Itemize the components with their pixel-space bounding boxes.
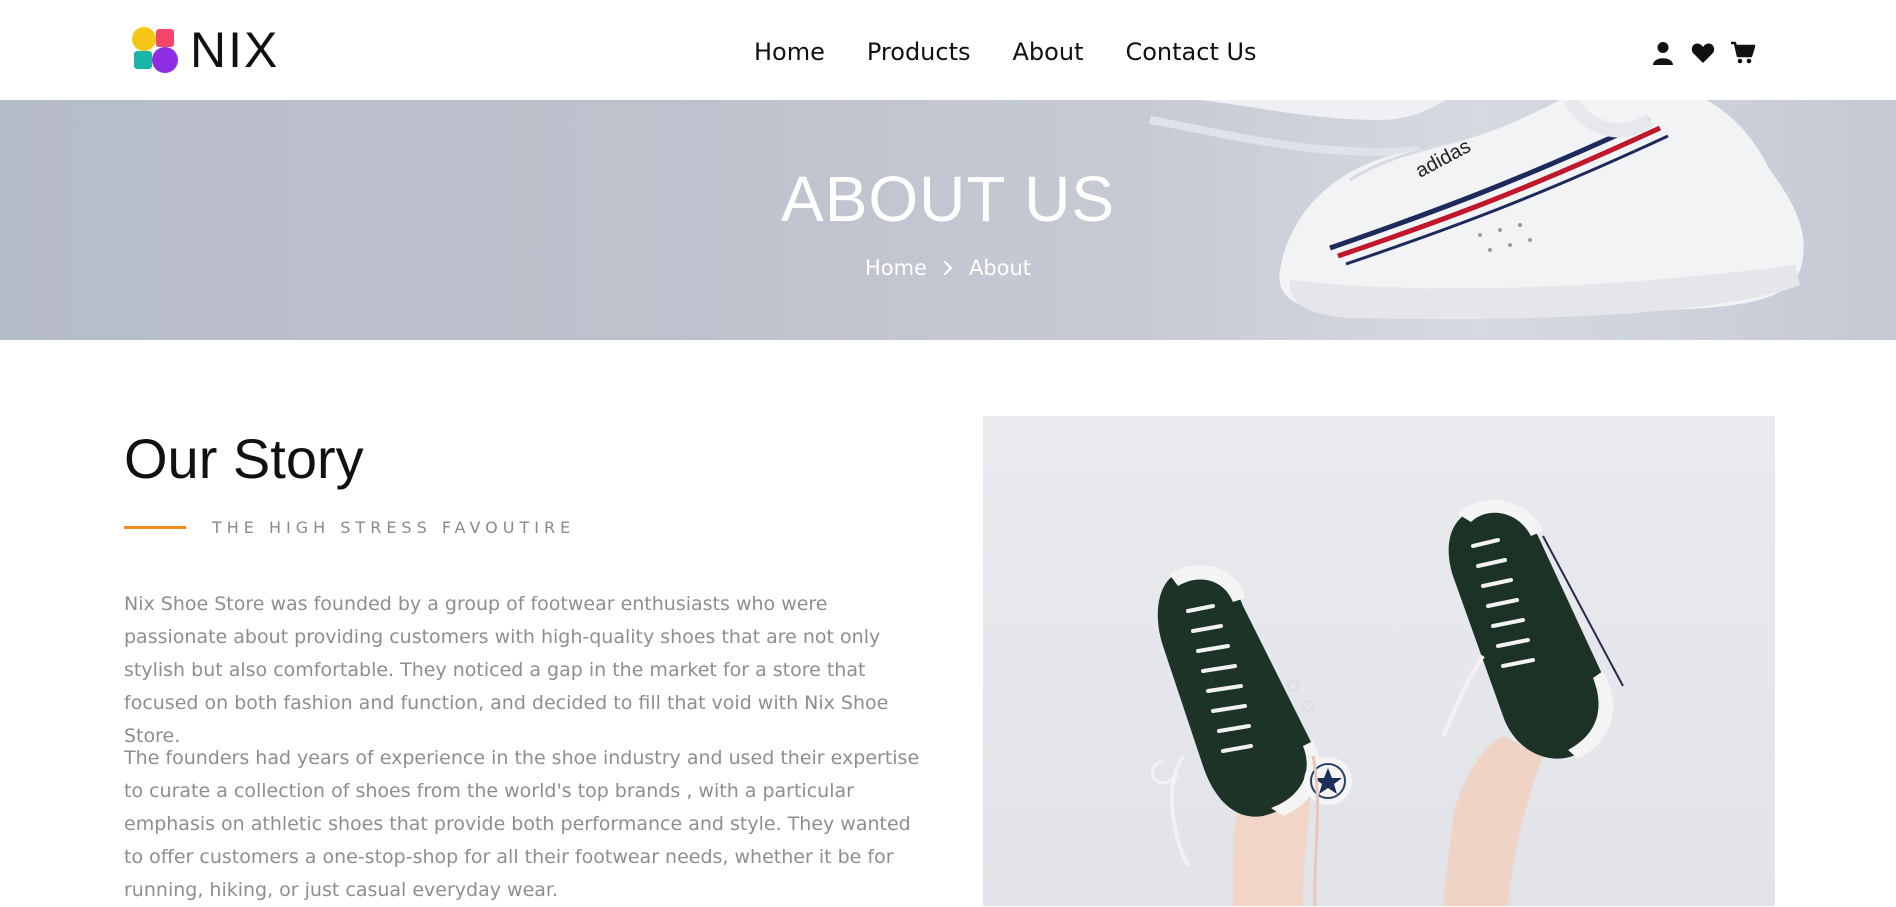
breadcrumb-current: About	[968, 256, 1032, 280]
heart-icon[interactable]	[1690, 40, 1716, 66]
nav-contact-link[interactable]: Contact Us	[1125, 36, 1256, 68]
user-icon[interactable]	[1650, 40, 1676, 66]
nav-about-link[interactable]: About	[1013, 36, 1084, 68]
story-title: Our Story	[124, 427, 364, 490]
story-tagline: THE HIGH STRESS FAVOUTIRE	[212, 518, 576, 537]
cart-icon[interactable]	[1730, 40, 1756, 66]
brand-logo-mark-icon	[132, 25, 182, 75]
header-actions	[1650, 40, 1756, 66]
site-header: NIX Home Products About Contact Us	[0, 0, 1896, 100]
breadcrumb-home-link[interactable]: Home	[865, 256, 927, 280]
breadcrumb: Home About	[0, 256, 1896, 280]
nav-home-link[interactable]: Home	[754, 36, 825, 68]
banner-title: ABOUT US	[781, 163, 1115, 235]
accent-divider	[124, 526, 186, 529]
nav-products-link[interactable]: Products	[867, 36, 971, 68]
main-nav: Home Products About Contact Us	[754, 36, 1257, 68]
page-banner: adidas ABOUT US Home About	[0, 100, 1896, 340]
story-tagline-row: THE HIGH STRESS FAVOUTIRE	[124, 518, 575, 537]
story-paragraph: Nix Shoe Store was founded by a group of…	[124, 593, 889, 747]
chevron-right-icon	[939, 259, 957, 277]
story-sneakers-image	[983, 416, 1775, 906]
brand-name: NIX	[190, 22, 280, 78]
story-paragraph: The founders had years of experience in …	[124, 747, 920, 901]
brand-logo[interactable]: NIX	[132, 24, 279, 76]
